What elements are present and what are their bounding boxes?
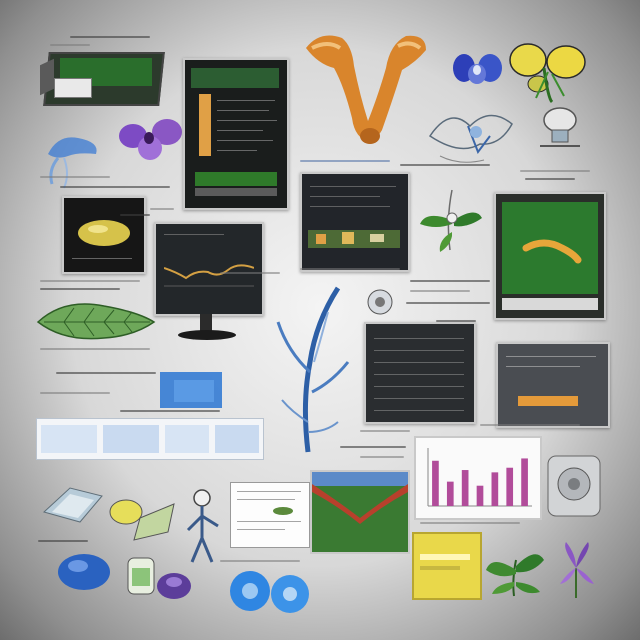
caption-scrawl — [120, 214, 150, 216]
leaf-specimen-icon — [420, 189, 482, 252]
yellow-butterfly-icon — [509, 43, 586, 104]
document-panel — [230, 482, 310, 548]
caption-scrawl — [406, 302, 490, 304]
caption-scrawl — [60, 186, 170, 188]
bar-chart — [427, 448, 532, 507]
green-screen-panel — [494, 192, 606, 320]
caption-scrawl — [40, 176, 110, 178]
chart-bar — [461, 470, 469, 506]
caption-scrawl — [410, 280, 490, 282]
caption-scrawl — [56, 372, 156, 374]
blue-tree-sketch-icon — [276, 286, 350, 453]
caption-scrawl — [40, 288, 120, 290]
caption-scrawl — [360, 430, 410, 432]
data-screen-right — [364, 322, 476, 424]
blue-flower-icon — [453, 54, 502, 84]
sampler-icon — [109, 499, 175, 541]
caption-scrawl — [300, 160, 390, 162]
chart-bar — [446, 481, 454, 506]
caption-scrawl — [525, 178, 575, 180]
caption-scrawl — [400, 164, 490, 166]
chart-bar — [506, 467, 514, 506]
caption-scrawl — [220, 560, 300, 562]
leaf-vein-icon — [36, 303, 156, 340]
chart-bar — [432, 460, 439, 506]
caption-scrawl — [50, 44, 90, 46]
caption-scrawl — [520, 170, 590, 172]
caption-scrawl — [360, 456, 404, 458]
caption-scrawl — [436, 320, 476, 322]
blue-sketch-icon — [48, 137, 97, 189]
chart-bar — [521, 458, 528, 506]
caption-scrawl — [150, 208, 174, 210]
scanner-icon — [43, 487, 103, 523]
blue-disc-icon — [58, 554, 110, 590]
caption-scrawl — [40, 348, 150, 350]
gray-panel-right — [496, 342, 610, 428]
data-panel-dark — [300, 172, 410, 272]
root-specimen-icon — [306, 35, 426, 144]
yellow-card-icon — [412, 532, 482, 600]
caption-scrawl — [70, 36, 150, 38]
caption-scrawl — [340, 446, 406, 448]
green-plant-icon — [486, 554, 544, 597]
tall-monitor — [183, 58, 289, 210]
caption-scrawl — [480, 424, 580, 426]
collage-canvas — [0, 0, 640, 640]
lab-bottle-icon — [367, 289, 393, 315]
seed-photo-panel — [62, 196, 146, 274]
orchid-flower-icon — [119, 119, 182, 160]
caption-scrawl — [300, 268, 400, 270]
blue-cards — [174, 380, 214, 402]
chart-bar — [476, 485, 484, 506]
caption-scrawl — [40, 392, 110, 394]
caption-scrawl — [40, 280, 140, 282]
chart-bar — [491, 472, 499, 506]
green-jar-icon — [127, 557, 155, 595]
caption-scrawl — [410, 290, 470, 292]
printer-icon — [547, 455, 601, 517]
caption-scrawl — [120, 410, 220, 412]
bar-chart-panel — [414, 436, 542, 520]
figure-sketch-icon — [186, 489, 219, 563]
caption-scrawl — [420, 522, 520, 524]
purple-iris-icon — [560, 542, 594, 598]
caption-scrawl — [38, 540, 88, 542]
caption-scrawl — [220, 272, 280, 274]
spreadsheet-strip — [36, 418, 264, 460]
lamp-icon — [540, 107, 580, 147]
landscape-panel — [310, 470, 410, 554]
purple-bowl-icon — [157, 573, 191, 599]
desktop-monitor — [154, 222, 264, 352]
green-monitor-icon — [40, 48, 165, 110]
cd-icon — [271, 575, 309, 613]
